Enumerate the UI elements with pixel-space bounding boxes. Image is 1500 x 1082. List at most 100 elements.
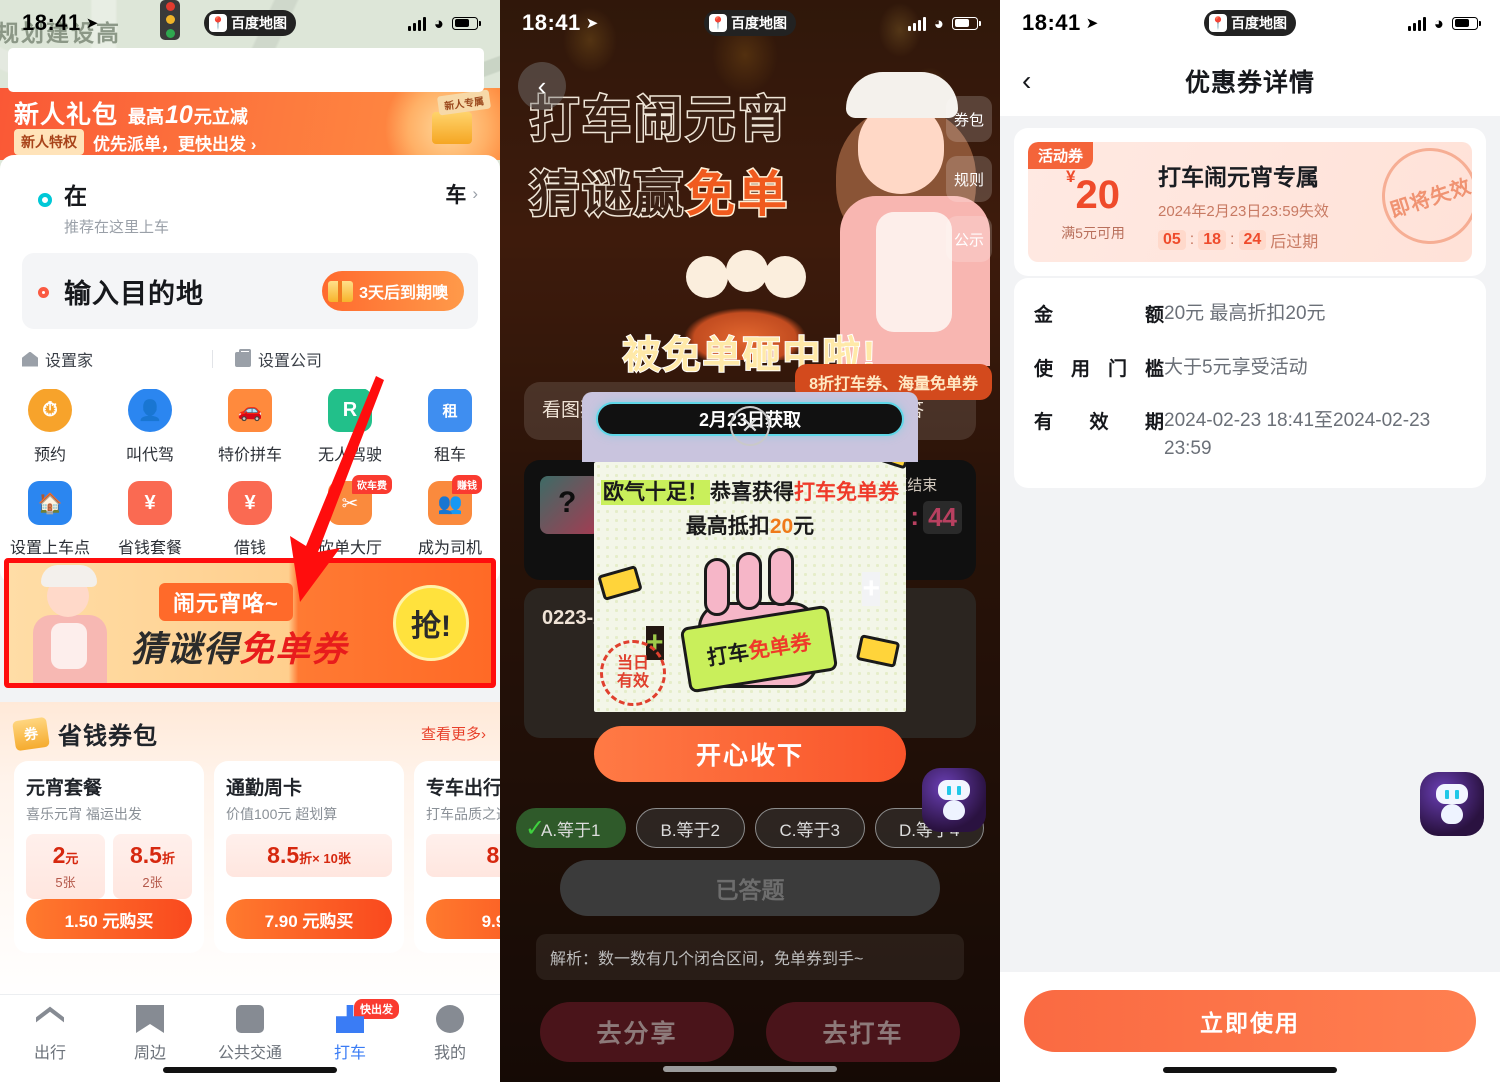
battery-icon xyxy=(1452,16,1481,30)
set-company-button[interactable]: 设置公司 xyxy=(235,347,322,371)
app-badge: 📍 百度地图 xyxy=(204,10,296,36)
expiry-pill[interactable]: 3天后到期噢 xyxy=(322,271,464,311)
yuan-card-icon: ¥ xyxy=(128,481,172,525)
coupon-card-list: 元宵套餐 喜乐元宵 福运出发 2元 5张 8.5折 2张 1.50 元购买 通勤… xyxy=(14,761,500,953)
pickup-dot-icon xyxy=(38,193,52,207)
coupon-card-desc: 喜乐元宵 福运出发 xyxy=(26,806,142,822)
coupon-buy-button[interactable]: 9.90 元 xyxy=(426,899,500,939)
back-button[interactable]: ‹ xyxy=(518,62,566,110)
pickup-point-icon: 🏠 xyxy=(28,481,72,525)
gift-icon xyxy=(432,112,472,144)
grid-item-zuche[interactable]: 租 租车 xyxy=(400,380,500,473)
coupon-value-amount: 8.5折 xyxy=(115,842,190,869)
hand-illustration: 打车 免单券 xyxy=(668,548,844,694)
promo-grab-button[interactable]: 抢! xyxy=(393,585,469,661)
tab-wode[interactable]: 我的 xyxy=(400,1005,500,1063)
grid-item-shangchedian[interactable]: 🏠 设置上车点 xyxy=(0,473,100,566)
bus-icon xyxy=(236,1005,264,1033)
modal-subline-amount: 20 xyxy=(769,515,794,538)
coupon-amount-value: 20 xyxy=(1075,173,1120,217)
back-button[interactable]: ‹ xyxy=(1022,65,1031,97)
coupon-view-more-link[interactable]: 查看更多› xyxy=(421,723,486,744)
wifi-icon: ◕ xyxy=(1433,13,1444,33)
ai-robot-icon[interactable] xyxy=(922,768,986,832)
modal-accept-button[interactable]: 开心收下 xyxy=(594,726,906,782)
coupon-card[interactable]: 通勤周卡 价值100元 超划算 8.5折× 10张 7.90 元购买 xyxy=(214,761,404,953)
tab-badge: 快出发 xyxy=(354,999,399,1019)
pickup-row[interactable]: 在 推荐在这里上车 车 › xyxy=(22,177,478,237)
answer-option-c[interactable]: C.等于3 xyxy=(755,808,865,848)
countdown-seconds: 24 xyxy=(1238,230,1267,250)
answer-option-a[interactable]: A.等于1 xyxy=(516,808,626,848)
coupon-amount-block: ¥20 满5元可用 xyxy=(1028,161,1158,243)
answer-option-b[interactable]: B.等于2 xyxy=(635,808,745,848)
search-input[interactable] xyxy=(8,48,484,92)
grid-item-daijia[interactable]: 👤 叫代驾 xyxy=(100,380,200,473)
grid-item-chengweisiji[interactable]: 赚钱 👥 成为司机 xyxy=(400,473,500,566)
coupon-unit: 折 xyxy=(161,851,175,866)
new-user-prefix: 最高 xyxy=(128,107,165,127)
coupon-card-values: 2元 5张 8.5折 2张 xyxy=(26,834,192,899)
app-badge: 📍 百度地图 xyxy=(704,10,796,36)
coupon-info-card: 金额 20元 最高折扣20元 使用门槛 大于5元享受活动 有效期 2024-02… xyxy=(1014,278,1486,489)
coupon-big: 2 xyxy=(52,842,66,868)
side-button-coupon-pack[interactable]: 券包 xyxy=(946,96,992,142)
pickup-right-action[interactable]: 车 › xyxy=(445,177,478,209)
close-icon[interactable]: ✕ xyxy=(730,406,770,446)
coupon-card-name: 专车出行... xyxy=(426,778,500,799)
tab-dache[interactable]: 快出发 打车 xyxy=(300,999,400,1063)
coupon-card[interactable]: 专车出行... 打车品质之选 8.5折 9.90 元 xyxy=(414,761,500,953)
new-user-banner[interactable]: 新人专属 新人礼包 最高 10 元立减 新人特权 优先派单，更快出发 › xyxy=(0,88,500,160)
coupon-amount: ¥20 xyxy=(1028,168,1158,217)
side-button-publicity[interactable]: 公示 xyxy=(946,216,992,262)
grid-label: 设置上车点 xyxy=(9,540,90,557)
modal-subline-pre: 最高抵扣 xyxy=(685,515,770,538)
new-user-headline: 新人礼包 最高 10 元立减 xyxy=(14,95,248,131)
set-home-label: 设置家 xyxy=(45,353,94,370)
coupon-value: 2元 5张 xyxy=(26,834,105,899)
three-panel-screenshot: 规划建设高 新大道 18:41 ➤ 📍 百度地图 ◕ 新人专属 xyxy=(0,0,1500,1082)
tab-chuxing[interactable]: 出行 xyxy=(0,1005,100,1063)
coupon-buy-button[interactable]: 1.50 元购买 xyxy=(26,899,192,939)
coupon-buy-button[interactable]: 7.90 元购买 xyxy=(226,899,392,939)
coupon-card[interactable]: 元宵套餐 喜乐元宵 福运出发 2元 5张 8.5折 2张 1.50 元购买 xyxy=(14,761,204,953)
bookmark-icon xyxy=(136,1005,164,1033)
destination-input[interactable]: 输入目的地 3天后到期噢 xyxy=(22,253,478,329)
ai-robot-icon[interactable] xyxy=(1420,772,1484,836)
promo-banner-highlighted[interactable]: 闹元宵咯~ 猜谜得免单券 抢! xyxy=(4,558,496,688)
tab-gonggongjiaotong[interactable]: 公共交通 xyxy=(200,1005,300,1063)
coupon-count: 5张 xyxy=(55,875,76,890)
activity-title: 打车闹元宵 猜谜赢免单 xyxy=(528,80,790,226)
app-badge-label: 百度地图 xyxy=(1231,15,1287,31)
panel-ride-home: 规划建设高 新大道 18:41 ➤ 📍 百度地图 ◕ 新人专属 xyxy=(0,0,500,1082)
grid-label: 租车 xyxy=(433,447,466,464)
side-button-rules[interactable]: 规则 xyxy=(946,156,992,202)
share-button[interactable]: 去分享 xyxy=(540,1002,734,1062)
coupon-pack-title: 省钱券包 xyxy=(58,723,158,750)
tab-zhoubian[interactable]: 周边 xyxy=(100,1005,200,1063)
status-time: 18:41 xyxy=(1022,10,1081,35)
action-buttons: 去分享 去打车 xyxy=(540,1002,960,1062)
coupon-value: 8.5折× 10张 xyxy=(226,834,392,877)
coupon-card-values: 8.5折 xyxy=(426,834,500,877)
location-arrow-icon: ➤ xyxy=(1085,15,1099,32)
page-title: 优惠券详情 xyxy=(1184,69,1315,97)
battery-icon xyxy=(452,16,481,30)
ticket-highlight: 免单券 xyxy=(747,630,813,664)
stamp-line1: 当日 xyxy=(616,655,649,673)
grid-item-yuyue[interactable]: ⏱ 预约 xyxy=(0,380,100,473)
map-pin-icon: 📍 xyxy=(1209,14,1227,32)
explanation-text: 解析：数一数有几个闭合区间，免单券到手~ xyxy=(536,934,964,980)
status-indicators: ◕ xyxy=(1407,13,1481,33)
set-home-button[interactable]: 设置家 xyxy=(22,347,212,371)
panel-riddle-activity: 打车闹元宵 猜谜赢免单 被免单砸中啦! 8折打车券、海量免单券 看图猜题 小程序… xyxy=(500,0,1000,1082)
ticket-pre: 打车 xyxy=(705,640,751,671)
tab-label: 我的 xyxy=(433,1045,466,1062)
grid-item-shengqian[interactable]: ¥ 省钱套餐 xyxy=(100,473,200,566)
hail-ride-button[interactable]: 去打车 xyxy=(766,1002,960,1062)
coupon-pack-section: 券 省钱券包 查看更多› 元宵套餐 喜乐元宵 福运出发 2元 5张 8.5折 2… xyxy=(0,702,500,1002)
use-now-button[interactable]: 立即使用 xyxy=(1024,990,1476,1052)
new-user-desc: 优先派单，更快出发 › xyxy=(93,134,257,154)
coupon-value-amount: 8.5折 xyxy=(428,842,501,869)
coupon-card-desc: 打车品质之选 xyxy=(426,806,500,822)
